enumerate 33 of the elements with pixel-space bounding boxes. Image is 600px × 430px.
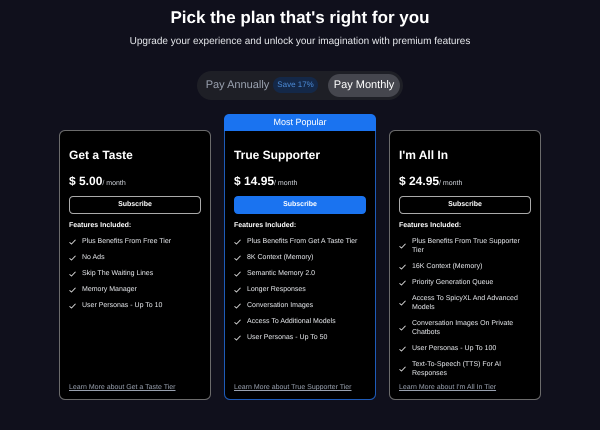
- check-icon: [399, 243, 406, 249]
- check-icon: [234, 238, 241, 244]
- page-heading: Pick the plan that's right for you: [170, 8, 430, 28]
- check-icon: [234, 270, 241, 276]
- plan-name: True Supporter: [234, 146, 322, 164]
- option-label: Pay Annually: [206, 78, 270, 93]
- billing-option[interactable]: Pay Monthly: [328, 74, 400, 96]
- discount-badge: Save 17%: [273, 77, 318, 94]
- plan-name: Get a Taste: [69, 146, 134, 164]
- page-subheading: Upgrade your experience and unlock your imagination with premium features: [130, 35, 470, 49]
- check-icon: [399, 366, 406, 372]
- plan-price: $ 5.00: [69, 172, 102, 190]
- check-icon: [399, 346, 406, 352]
- check-icon: [234, 318, 241, 324]
- check-icon: [69, 286, 76, 292]
- check-icon: [399, 280, 406, 286]
- check-icon: [399, 325, 406, 331]
- plan-name: I'm All In: [399, 146, 450, 164]
- check-icon: [399, 300, 406, 306]
- plan-price: $ 24.95: [399, 172, 440, 190]
- check-icon: [69, 254, 76, 260]
- check-icon: [69, 270, 76, 276]
- billing-option[interactable]: Pay Annually Save 17%: [200, 74, 324, 96]
- option-label: Pay Monthly: [334, 78, 394, 93]
- most-popular-banner: Most Popular: [224, 114, 376, 130]
- check-icon: [234, 254, 241, 260]
- check-icon: [234, 334, 241, 340]
- check-icon: [234, 286, 241, 292]
- check-icon: [69, 302, 76, 308]
- plan-price: $ 14.95: [234, 172, 274, 190]
- check-icon: [399, 264, 406, 270]
- check-icon: [69, 238, 76, 244]
- check-icon: [234, 302, 241, 308]
